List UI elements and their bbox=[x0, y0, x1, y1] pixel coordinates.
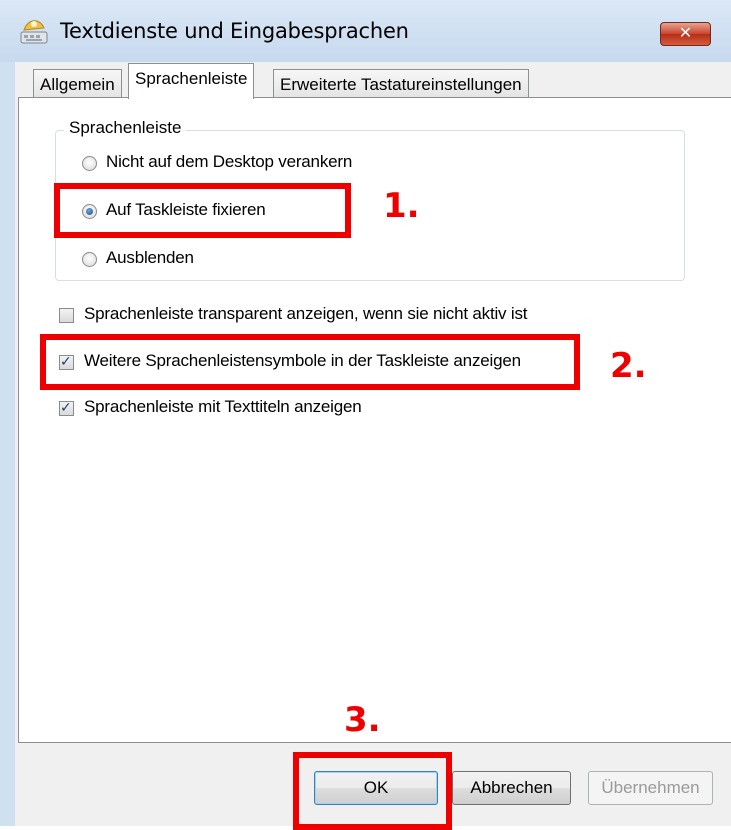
radio-button-unchecked[interactable] bbox=[82, 252, 97, 267]
tab-allgemein[interactable]: Allgemein bbox=[33, 69, 122, 99]
checkbox-checked[interactable] bbox=[59, 399, 74, 416]
window-title: Textdienste und Eingabesprachen bbox=[60, 19, 409, 43]
tab-erweiterte-tastatureinstellungen[interactable]: Erweiterte Tastatureinstellungen bbox=[273, 69, 529, 99]
dialog-window: Textdienste und Eingabesprachen ✕ Allgem… bbox=[0, 0, 731, 830]
close-button[interactable]: ✕ bbox=[660, 22, 711, 46]
close-icon: ✕ bbox=[678, 25, 693, 42]
checkbox-label: Sprachenleiste mit Texttiteln anzeigen bbox=[84, 397, 362, 416]
radio-button-unchecked[interactable] bbox=[82, 156, 97, 171]
tab-sprachenleiste-label: Sprachenleiste bbox=[135, 69, 248, 88]
tab-erweiterte-label: Erweiterte Tastatureinstellungen bbox=[280, 75, 522, 94]
annotation-label-2: 2. bbox=[610, 346, 647, 386]
cancel-button[interactable]: Abbrechen bbox=[452, 771, 571, 805]
apply-button: Übernehmen bbox=[588, 771, 713, 805]
radio-label: Nicht auf dem Desktop verankern bbox=[106, 152, 353, 171]
annotation-label-1: 1. bbox=[383, 186, 420, 226]
tab-allgemein-label: Allgemein bbox=[40, 75, 115, 94]
annotation-box-3 bbox=[293, 752, 452, 830]
keyboard-app-icon bbox=[20, 20, 48, 44]
annotation-label-3: 3. bbox=[344, 700, 381, 740]
radio-label: Ausblenden bbox=[106, 248, 194, 267]
groupbox-title: Sprachenleiste bbox=[64, 118, 187, 138]
title-bar[interactable]: Textdienste und Eingabesprachen ✕ bbox=[0, 0, 731, 62]
tab-sprachenleiste[interactable]: Sprachenleiste bbox=[128, 63, 255, 99]
annotation-box-1 bbox=[54, 183, 351, 238]
checkbox-label: Sprachenleiste transparent anzeigen, wen… bbox=[84, 304, 528, 323]
annotation-box-2 bbox=[40, 334, 580, 390]
checkbox-unchecked[interactable] bbox=[59, 308, 74, 323]
